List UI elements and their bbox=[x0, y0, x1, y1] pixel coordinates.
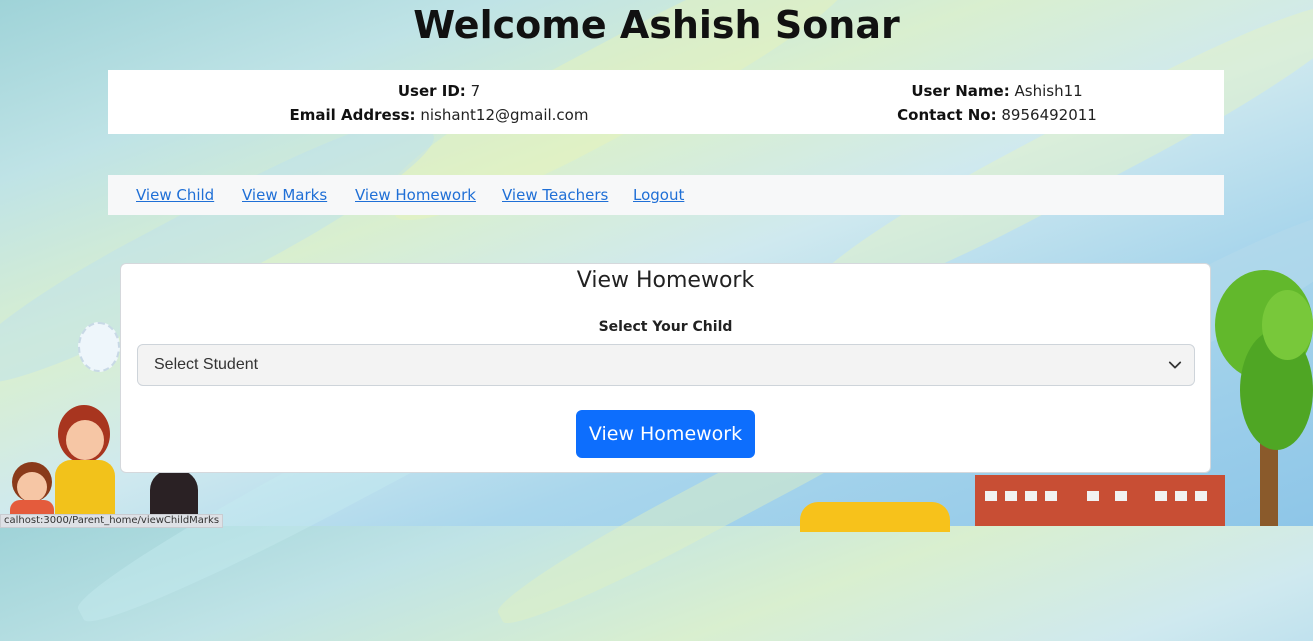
nav-logout-link[interactable]: Logout bbox=[633, 186, 684, 204]
nav-view-child-link[interactable]: View Child bbox=[136, 186, 214, 204]
student-select[interactable]: Select Student bbox=[137, 344, 1195, 386]
user-id-value: 7 bbox=[470, 82, 481, 100]
view-homework-button[interactable]: View Homework bbox=[576, 410, 755, 458]
user-name-label: User Name: bbox=[911, 82, 1010, 100]
user-info-panel: User ID: 7 Email Address: nishant12@gmai… bbox=[108, 70, 1224, 134]
user-id-row: User ID: 7 bbox=[108, 79, 770, 103]
user-name-row: User Name: Ashish11 bbox=[770, 79, 1224, 103]
nav-view-teachers-link[interactable]: View Teachers bbox=[502, 186, 608, 204]
contact-value: 8956492011 bbox=[1001, 106, 1097, 124]
select-child-label: Select Your Child bbox=[598, 319, 733, 335]
page-title: Welcome Ashish Sonar bbox=[413, 3, 900, 47]
nav-view-marks-link[interactable]: View Marks bbox=[242, 186, 327, 204]
view-homework-card: View Homework Select Your Child Select S… bbox=[120, 263, 1211, 473]
card-title: View Homework bbox=[576, 268, 755, 293]
nav-view-homework-link[interactable]: View Homework bbox=[355, 186, 476, 204]
user-name-value: Ashish11 bbox=[1014, 82, 1083, 100]
email-row: Email Address: nishant12@gmail.com bbox=[108, 103, 770, 127]
contact-label: Contact No: bbox=[897, 106, 997, 124]
user-id-label: User ID: bbox=[397, 82, 466, 100]
email-label: Email Address: bbox=[289, 106, 416, 124]
chevron-down-icon bbox=[1168, 361, 1182, 369]
user-info-right: User Name: Ashish11 Contact No: 89564920… bbox=[770, 79, 1224, 127]
user-info-left: User ID: 7 Email Address: nishant12@gmai… bbox=[108, 79, 770, 127]
school-bus-illustration bbox=[800, 502, 950, 532]
email-value: nishant12@gmail.com bbox=[420, 106, 589, 124]
student-select-value: Select Student bbox=[154, 356, 259, 373]
school-building-illustration bbox=[975, 475, 1225, 526]
main-nav: View Child View Marks View Homework View… bbox=[108, 175, 1224, 215]
cloud-illustration bbox=[78, 322, 120, 372]
contact-row: Contact No: 8956492011 bbox=[770, 103, 1224, 127]
